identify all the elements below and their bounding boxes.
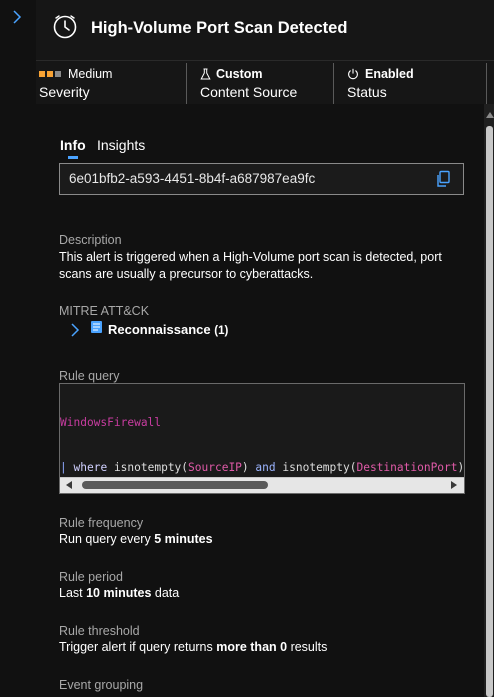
summary-divider [486,63,487,104]
rule-frequency-value: Run query every 5 minutes [59,532,213,546]
content-source-value: Custom [216,67,263,81]
horizontal-scroll-thumb[interactable] [82,481,268,489]
horizontal-scrollbar[interactable] [60,477,464,493]
content-source-label: Content Source [200,84,298,100]
rule-id-value: 6e01bfb2-a593-4451-8b4f-a687987ea9fc [69,171,316,186]
rule-threshold-value: Trigger alert if query returns more than… [59,640,328,654]
summary-divider [186,63,187,104]
scroll-left-arrow-icon[interactable] [66,481,72,489]
copy-icon[interactable] [435,170,453,188]
chevron-right-icon[interactable] [10,9,24,25]
rule-summary-bar: Medium Severity Custom Content Source En… [36,60,494,105]
rule-query-editor[interactable]: WindowsFirewall | where isnotempty(Sourc… [59,383,465,494]
chevron-right-icon[interactable] [70,322,80,338]
severity-label: Severity [39,84,90,100]
scroll-up-arrow-icon[interactable] [486,112,494,118]
severity-level-indicator [39,71,61,77]
tab-insights[interactable]: Insights [97,137,145,153]
power-icon [348,68,358,80]
severity-value: Medium [68,67,113,81]
scroll-right-arrow-icon[interactable] [451,481,457,489]
rule-header: High-Volume Port Scan Detected [36,0,494,60]
rule-period-value: Last 10 minutes data [59,586,180,600]
description-text: This alert is triggered when a High-Volu… [59,250,442,281]
tactic-name: Reconnaissance [108,322,211,337]
tab-info[interactable]: Info [60,137,86,153]
rule-period-label: Rule period [59,570,123,584]
status-summary: Enabled Status [347,61,487,104]
alert-rule-details-panel: High-Volume Port Scan Detected Medium Se… [0,0,494,697]
content-source-summary: Custom Content Source [200,61,332,104]
summary-divider [333,63,334,104]
mitre-label: MITRE ATT&CK [59,304,150,318]
status-label: Status [347,84,387,100]
collapsed-nav-strip [0,0,36,697]
description-label: Description [59,233,122,247]
beaker-icon [200,68,211,80]
page-title: High-Volume Port Scan Detected [91,19,348,37]
rule-frequency-label: Rule frequency [59,516,144,530]
status-value: Enabled [365,67,414,81]
clock-icon [53,15,77,39]
rule-id-field[interactable]: 6e01bfb2-a593-4451-8b4f-a687987ea9fc [59,163,464,195]
rule-threshold-label: Rule threshold [59,624,140,638]
severity-square [39,71,45,77]
active-tab-indicator [68,156,78,159]
event-grouping-label: Event grouping [59,678,144,692]
severity-summary: Medium Severity [39,61,187,104]
query-line: | where isnotempty(SourceIP) and isnotem… [60,461,465,474]
vertical-scroll-thumb[interactable] [486,126,493,697]
reconnaissance-icon [91,321,102,333]
tactic-count: (1) [214,325,229,337]
severity-square [55,71,61,77]
rule-query-label: Rule query [59,369,120,383]
severity-square [47,71,53,77]
query-line: WindowsFirewall [60,416,162,429]
